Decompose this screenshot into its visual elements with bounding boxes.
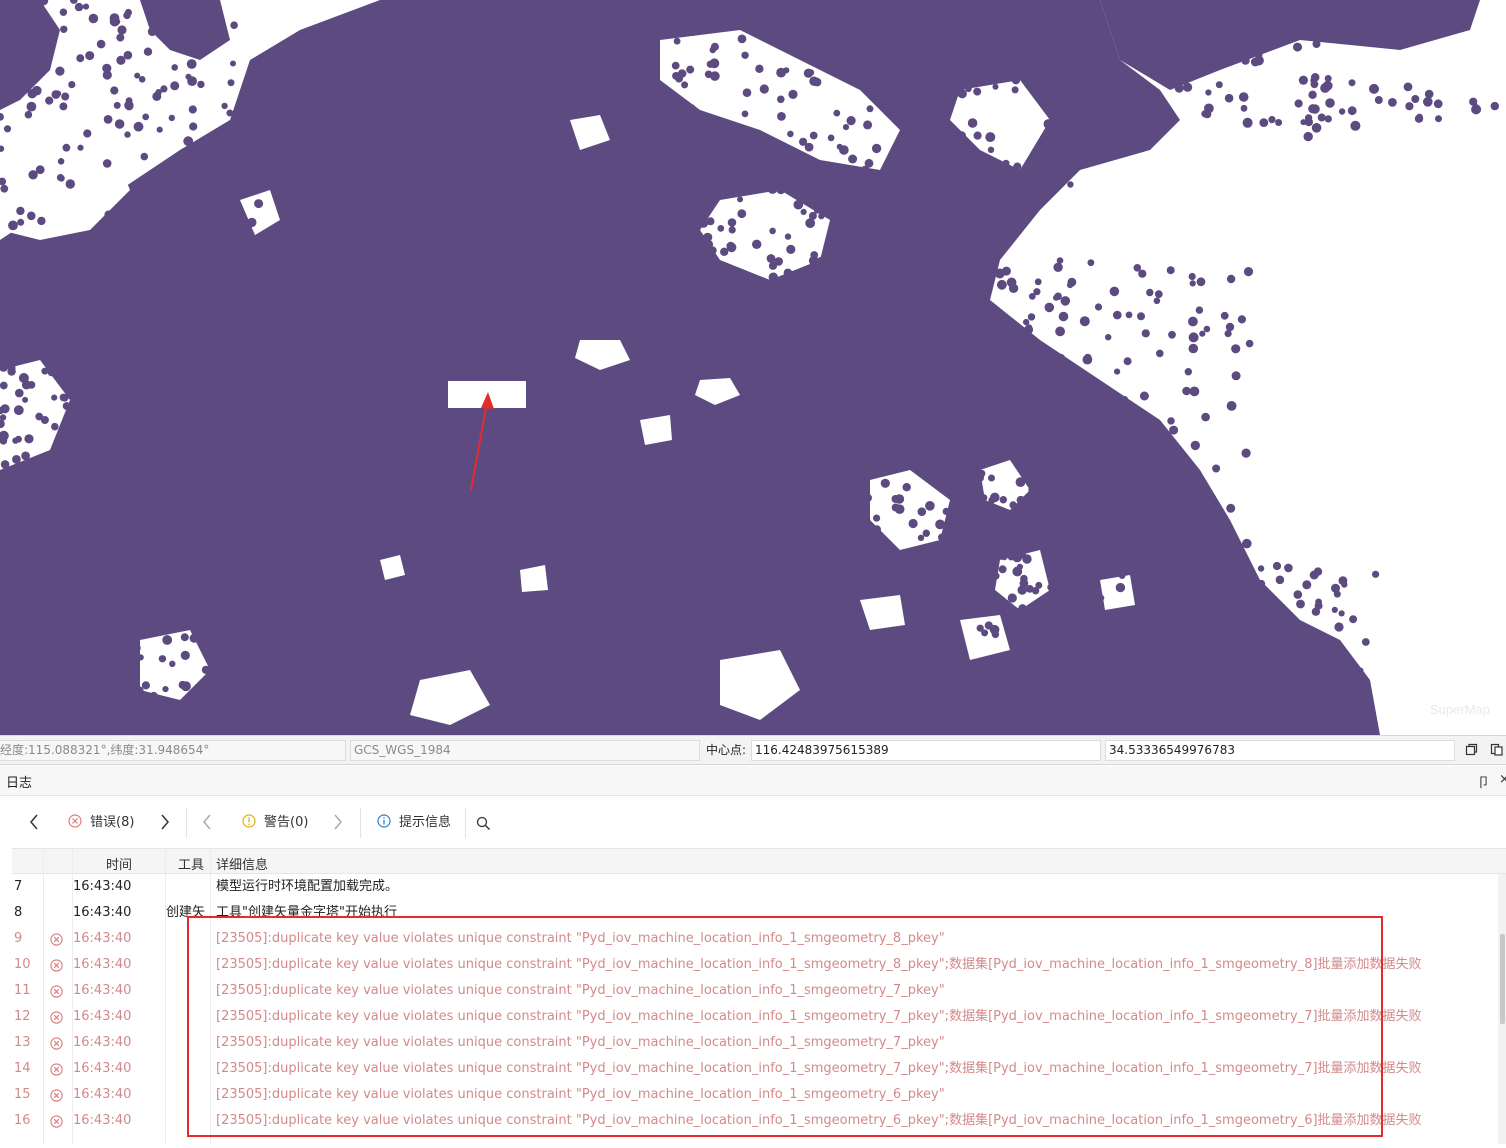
crs-field[interactable]: GCS_WGS_1984 bbox=[350, 740, 700, 761]
toolbar-divider bbox=[465, 808, 466, 838]
log-row-message: [23505]:duplicate key value violates uni… bbox=[216, 931, 945, 946]
log-row-time: 16:43:40 bbox=[73, 905, 132, 920]
close-icon[interactable]: × bbox=[1499, 772, 1506, 787]
log-row-message: [23505]:duplicate key value violates uni… bbox=[216, 1061, 1422, 1076]
log-row[interactable]: 11 16:43:40 [23505]:duplicate key value vi… bbox=[12, 978, 1506, 1004]
log-row-time: 16:43:40 bbox=[73, 1113, 132, 1128]
log-row-message: [23505]:duplicate key value violates uni… bbox=[216, 1009, 1422, 1024]
log-row-tool: 创建矢 bbox=[166, 905, 206, 920]
log-scrollbar-thumb[interactable] bbox=[1500, 934, 1505, 1024]
warnings-filter-label: 警告(0) bbox=[264, 815, 309, 830]
log-row-message: [23505]:duplicate key value violates uni… bbox=[216, 1035, 945, 1050]
log-panel: 日志 卩 × 错误(8) 警告(0) 提示信息 时间 工具 详细信息 7 16:4… bbox=[0, 766, 1506, 1148]
warnings-filter-button[interactable]: 警告(0) bbox=[242, 810, 308, 836]
info-icon bbox=[377, 814, 391, 828]
log-panel-title: 日志 bbox=[6, 776, 33, 791]
errors-filter-label: 错误(8) bbox=[90, 815, 135, 830]
log-table-header: 时间 工具 详细信息 bbox=[12, 848, 1506, 874]
log-row-message: [23505]:duplicate key value violates uni… bbox=[216, 1087, 945, 1102]
point-density-map: SuperMap bbox=[0, 0, 1500, 735]
log-toolbar: 错误(8) 警告(0) 提示信息 bbox=[0, 796, 1506, 848]
toolbar-divider bbox=[360, 808, 361, 838]
window-icon[interactable] bbox=[1465, 743, 1478, 756]
center-y-input[interactable]: 34.53336549976783 bbox=[1105, 740, 1455, 761]
log-row-message: [23505]:duplicate key value violates uni… bbox=[216, 983, 945, 998]
log-panel-header: 日志 卩 × bbox=[0, 766, 1506, 796]
error-icon bbox=[50, 1011, 63, 1024]
log-row-index: 9 bbox=[14, 931, 23, 946]
log-row-time: 16:43:40 bbox=[73, 1087, 132, 1102]
log-row-message: 工具"创建矢量金字塔"开始执行 bbox=[216, 905, 397, 920]
center-label: 中心点: bbox=[706, 743, 747, 757]
log-row[interactable]: 15 16:43:40 [23505]:duplicate key value vi… bbox=[12, 1082, 1506, 1108]
status-bar: 经度:115.088321°,纬度:31.948654° GCS_WGS_198… bbox=[0, 735, 1506, 765]
error-icon bbox=[50, 1089, 63, 1102]
error-icon bbox=[50, 1115, 63, 1128]
log-row-index: 13 bbox=[14, 1035, 31, 1050]
log-row-time: 16:43:40 bbox=[73, 879, 132, 894]
cursor-coordinates: 经度:115.088321°,纬度:31.948654° bbox=[0, 740, 346, 761]
errors-filter-button[interactable]: 错误(8) bbox=[68, 810, 134, 836]
log-row[interactable]: 16 16:43:40 [23505]:duplicate key value vi… bbox=[12, 1108, 1506, 1134]
log-row-time: 16:43:40 bbox=[73, 1061, 132, 1076]
log-row[interactable]: 9 16:43:40 [23505]:duplicate key value vio… bbox=[12, 926, 1506, 952]
column-header-tool[interactable]: 工具 bbox=[178, 854, 204, 873]
log-row-message: 模型运行时环境配置加载完成。 bbox=[216, 879, 399, 894]
log-row-time: 16:43:40 bbox=[73, 1035, 132, 1050]
pin-icon[interactable]: 卩 bbox=[1477, 772, 1490, 791]
log-row-time: 16:43:40 bbox=[73, 1009, 132, 1024]
error-icon bbox=[50, 959, 63, 972]
log-row-index: 11 bbox=[14, 983, 31, 998]
copy-icon[interactable] bbox=[1490, 743, 1503, 756]
log-row[interactable]: 14 16:43:40 [23505]:duplicate key value vi… bbox=[12, 1056, 1506, 1082]
log-table-body: 7 16:43:40 模型运行时环境配置加载完成。 8 16:43:40 创建矢 工具"创建… bbox=[12, 874, 1506, 1134]
log-row-index: 16 bbox=[14, 1113, 31, 1128]
log-row-time: 16:43:40 bbox=[73, 931, 132, 946]
info-filter-label: 提示信息 bbox=[399, 815, 452, 830]
error-icon bbox=[68, 814, 82, 828]
prev-warning-button[interactable] bbox=[200, 812, 214, 832]
error-icon bbox=[50, 1063, 63, 1076]
log-row[interactable]: 7 16:43:40 模型运行时环境配置加载完成。 bbox=[12, 874, 1506, 900]
error-icon bbox=[50, 1037, 63, 1050]
log-row-index: 14 bbox=[14, 1061, 31, 1076]
log-row-index: 15 bbox=[14, 1087, 31, 1102]
log-row-index: 10 bbox=[14, 957, 31, 972]
column-header-details[interactable]: 详细信息 bbox=[216, 854, 268, 873]
log-row[interactable]: 13 16:43:40 [23505]:duplicate key value vi… bbox=[12, 1030, 1506, 1056]
error-icon bbox=[50, 933, 63, 946]
log-row[interactable]: 10 16:43:40 [23505]:duplicate key value vi… bbox=[12, 952, 1506, 978]
log-row-message: [23505]:duplicate key value violates uni… bbox=[216, 1113, 1422, 1128]
center-x-input[interactable]: 116.42483975615389 bbox=[751, 740, 1101, 761]
search-icon[interactable] bbox=[476, 816, 491, 831]
info-filter-button[interactable]: 提示信息 bbox=[377, 810, 451, 836]
next-error-button[interactable] bbox=[158, 812, 172, 832]
next-warning-button[interactable] bbox=[331, 812, 345, 832]
log-row-time: 16:43:40 bbox=[73, 983, 132, 998]
log-row-time: 16:43:40 bbox=[73, 957, 132, 972]
map-watermark: SuperMap bbox=[1430, 702, 1490, 717]
error-icon bbox=[50, 985, 63, 998]
log-row-message: [23505]:duplicate key value violates uni… bbox=[216, 957, 1422, 972]
log-row[interactable]: 12 16:43:40 [23505]:duplicate key value vi… bbox=[12, 1004, 1506, 1030]
prev-error-button[interactable] bbox=[27, 812, 41, 832]
log-row[interactable]: 8 16:43:40 创建矢 工具"创建矢量金字塔"开始执行 bbox=[12, 900, 1506, 926]
warning-icon bbox=[242, 814, 256, 828]
column-header-time[interactable]: 时间 bbox=[106, 854, 132, 873]
log-row-index: 7 bbox=[14, 879, 23, 894]
map-view[interactable]: SuperMap bbox=[0, 0, 1506, 735]
log-row-index: 8 bbox=[14, 905, 23, 920]
toolbar-divider bbox=[186, 808, 187, 838]
log-row-index: 12 bbox=[14, 1009, 31, 1024]
